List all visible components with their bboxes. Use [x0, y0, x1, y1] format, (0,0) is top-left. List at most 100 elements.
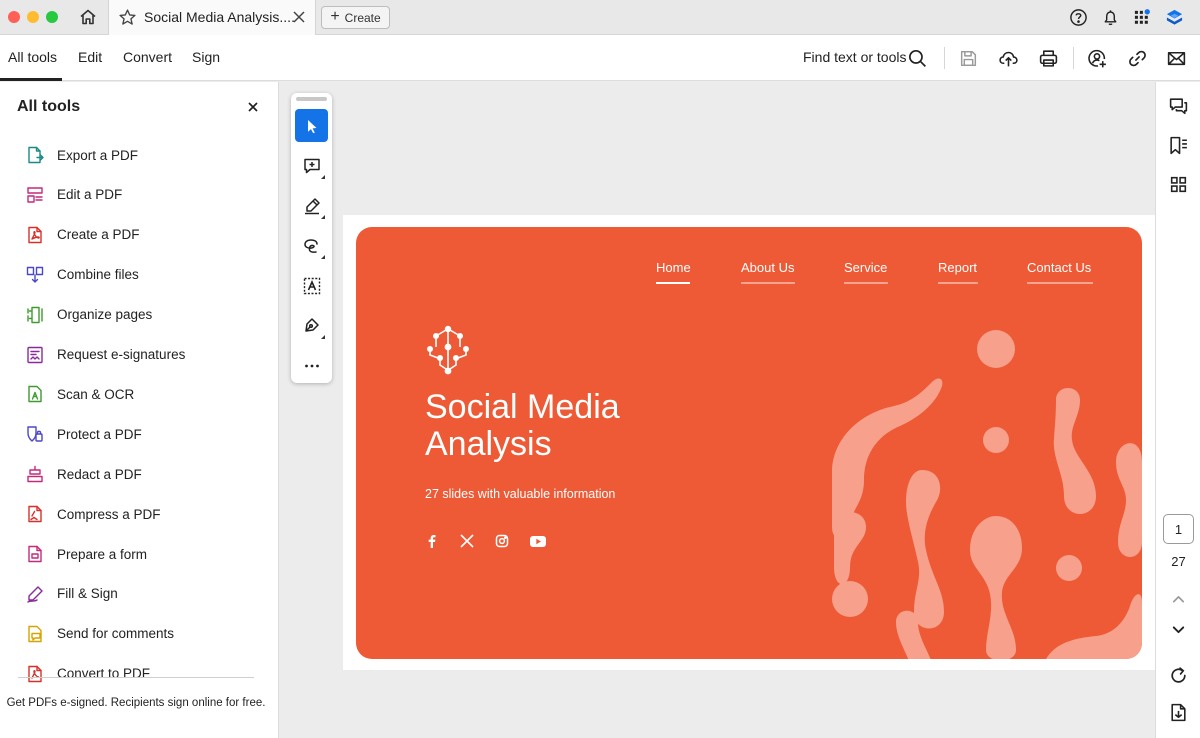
email-icon[interactable] — [1166, 48, 1187, 69]
thumbnails-grid-icon[interactable] — [1168, 174, 1189, 195]
current-page-input[interactable]: 1 — [1163, 514, 1194, 544]
menu-bar: All tools Edit Convert Sign Find text or… — [0, 35, 1200, 81]
tool-item-create-pdf[interactable]: Create a PDF — [25, 223, 140, 247]
tool-label: Prepare a form — [57, 546, 148, 562]
annotation-toolbar — [291, 93, 332, 383]
add-comment-tool-button[interactable] — [295, 149, 328, 182]
tool-item-compress-pdf[interactable]: Compress a PDF — [25, 502, 161, 526]
separator — [1073, 47, 1074, 69]
nav-underline — [844, 282, 888, 284]
dropdown-caret[interactable] — [321, 255, 325, 259]
edit-pdf-icon — [25, 185, 45, 205]
bell-icon[interactable] — [1101, 8, 1120, 27]
nav-underline — [938, 282, 978, 284]
tool-label: Organize pages — [57, 307, 153, 323]
network-logo-icon — [426, 325, 470, 375]
dropdown-caret[interactable] — [321, 175, 325, 179]
tool-label: Combine files — [57, 267, 139, 283]
window-titlebar: Social Media Analysis.... + Create — [0, 0, 1200, 35]
slide-nav-service: Service — [844, 260, 888, 275]
tool-item-export-pdf[interactable]: Export a PDF — [25, 143, 138, 167]
text-box-icon — [303, 277, 320, 294]
tool-label: Request e-signatures — [57, 347, 186, 362]
tool-item-protect-pdf[interactable]: Protect a PDF — [25, 422, 142, 446]
more-dots-icon — [304, 364, 319, 367]
apps-grid-icon[interactable] — [1133, 8, 1152, 27]
highlight-tool-button[interactable] — [295, 189, 328, 222]
send-comments-icon — [25, 624, 45, 644]
highlighter-pen-icon — [304, 197, 320, 214]
find-text-or-tools[interactable]: Find text or tools — [803, 49, 907, 65]
redact-pdf-icon — [25, 464, 45, 484]
text-box-tool-button[interactable] — [295, 269, 328, 302]
close-window-button[interactable] — [8, 11, 20, 23]
sign-tool-button[interactable] — [295, 309, 328, 342]
tool-item-prepare-form[interactable]: Prepare a form — [25, 542, 147, 566]
tool-item-scan-ocr[interactable]: Scan & OCR — [25, 382, 134, 406]
slide-title: Social Media Analysis — [425, 389, 620, 463]
more-tools-button[interactable] — [295, 349, 328, 382]
panel-divider — [18, 677, 254, 678]
scan-ocr-icon — [25, 384, 45, 404]
save-icon[interactable] — [958, 48, 979, 69]
tool-item-convert-pdf[interactable]: Convert to PDF — [25, 662, 150, 686]
close-panel-icon[interactable] — [246, 100, 260, 114]
comments-icon[interactable] — [1168, 96, 1189, 117]
star-icon[interactable] — [118, 8, 137, 27]
menu-all-tools[interactable]: All tools — [8, 49, 57, 65]
tool-item-organize-pages[interactable]: Organize pages — [25, 303, 152, 327]
compress-pdf-icon — [25, 504, 45, 524]
tool-label: Create a PDF — [57, 227, 140, 243]
tool-item-edit-pdf[interactable]: Edit a PDF — [25, 183, 122, 207]
home-icon[interactable] — [78, 7, 98, 27]
cloud-upload-icon[interactable] — [998, 48, 1019, 69]
menu-edit[interactable]: Edit — [78, 49, 102, 65]
print-icon[interactable] — [1038, 48, 1059, 69]
menu-sign[interactable]: Sign — [192, 49, 220, 65]
bookmarks-icon[interactable] — [1168, 135, 1189, 156]
slide-nav-report: Report — [938, 260, 978, 275]
chevron-up-icon[interactable] — [1168, 589, 1189, 610]
tool-item-send-comments[interactable]: Send for comments — [25, 622, 174, 646]
nav-underline — [741, 282, 795, 284]
share-with-people-icon[interactable] — [1087, 48, 1108, 69]
chevron-down-icon[interactable] — [1168, 619, 1189, 640]
tool-label: Send for comments — [57, 626, 175, 642]
document-tab[interactable]: Social Media Analysis.... — [108, 0, 316, 35]
cursor-arrow-icon — [307, 119, 316, 133]
search-icon[interactable] — [907, 48, 928, 69]
right-rail: 1 27 — [1155, 82, 1200, 738]
tool-item-combine-files[interactable]: Combine files — [25, 263, 139, 287]
tool-item-redact-pdf[interactable]: Redact a PDF — [25, 462, 142, 486]
freehand-lasso-icon — [303, 238, 318, 253]
link-icon[interactable] — [1127, 48, 1148, 69]
total-pages: 27 — [1171, 554, 1186, 569]
tool-label: Compress a PDF — [57, 506, 161, 522]
zoom-window-button[interactable] — [46, 11, 58, 23]
facebook-icon — [424, 533, 440, 549]
comment-plus-icon — [303, 158, 320, 173]
organize-pages-icon — [25, 305, 45, 325]
pen-nib-icon — [304, 317, 319, 332]
create-button[interactable]: + Create — [321, 6, 390, 29]
tool-item-request-esignatures[interactable]: Request e-signatures — [25, 343, 185, 367]
request-esignatures-icon — [25, 345, 45, 365]
dropdown-caret[interactable] — [321, 335, 325, 339]
create-button-label: Create — [344, 10, 381, 25]
menu-convert[interactable]: Convert — [123, 49, 172, 65]
creative-cloud-layers-icon[interactable] — [1165, 8, 1184, 27]
help-icon[interactable] — [1069, 8, 1088, 27]
toolbar-drag-handle[interactable] — [296, 97, 327, 101]
tool-label: Scan & OCR — [57, 386, 135, 402]
tab-close-icon[interactable] — [292, 10, 306, 24]
all-tools-panel: All tools Export a PDF Edit a PDF Create a… — [0, 82, 279, 738]
rotate-refresh-icon[interactable] — [1168, 665, 1189, 686]
select-tool-button[interactable] — [295, 109, 328, 142]
slide-cover: Home About Us Service Report Contact Us … — [356, 227, 1142, 659]
document-export-icon[interactable] — [1168, 702, 1189, 723]
draw-tool-button[interactable] — [295, 229, 328, 262]
tool-item-fill-sign[interactable]: Fill & Sign — [25, 582, 118, 606]
minimize-window-button[interactable] — [27, 11, 39, 23]
dropdown-caret[interactable] — [321, 215, 325, 219]
slide-nav-home: Home — [656, 260, 691, 275]
